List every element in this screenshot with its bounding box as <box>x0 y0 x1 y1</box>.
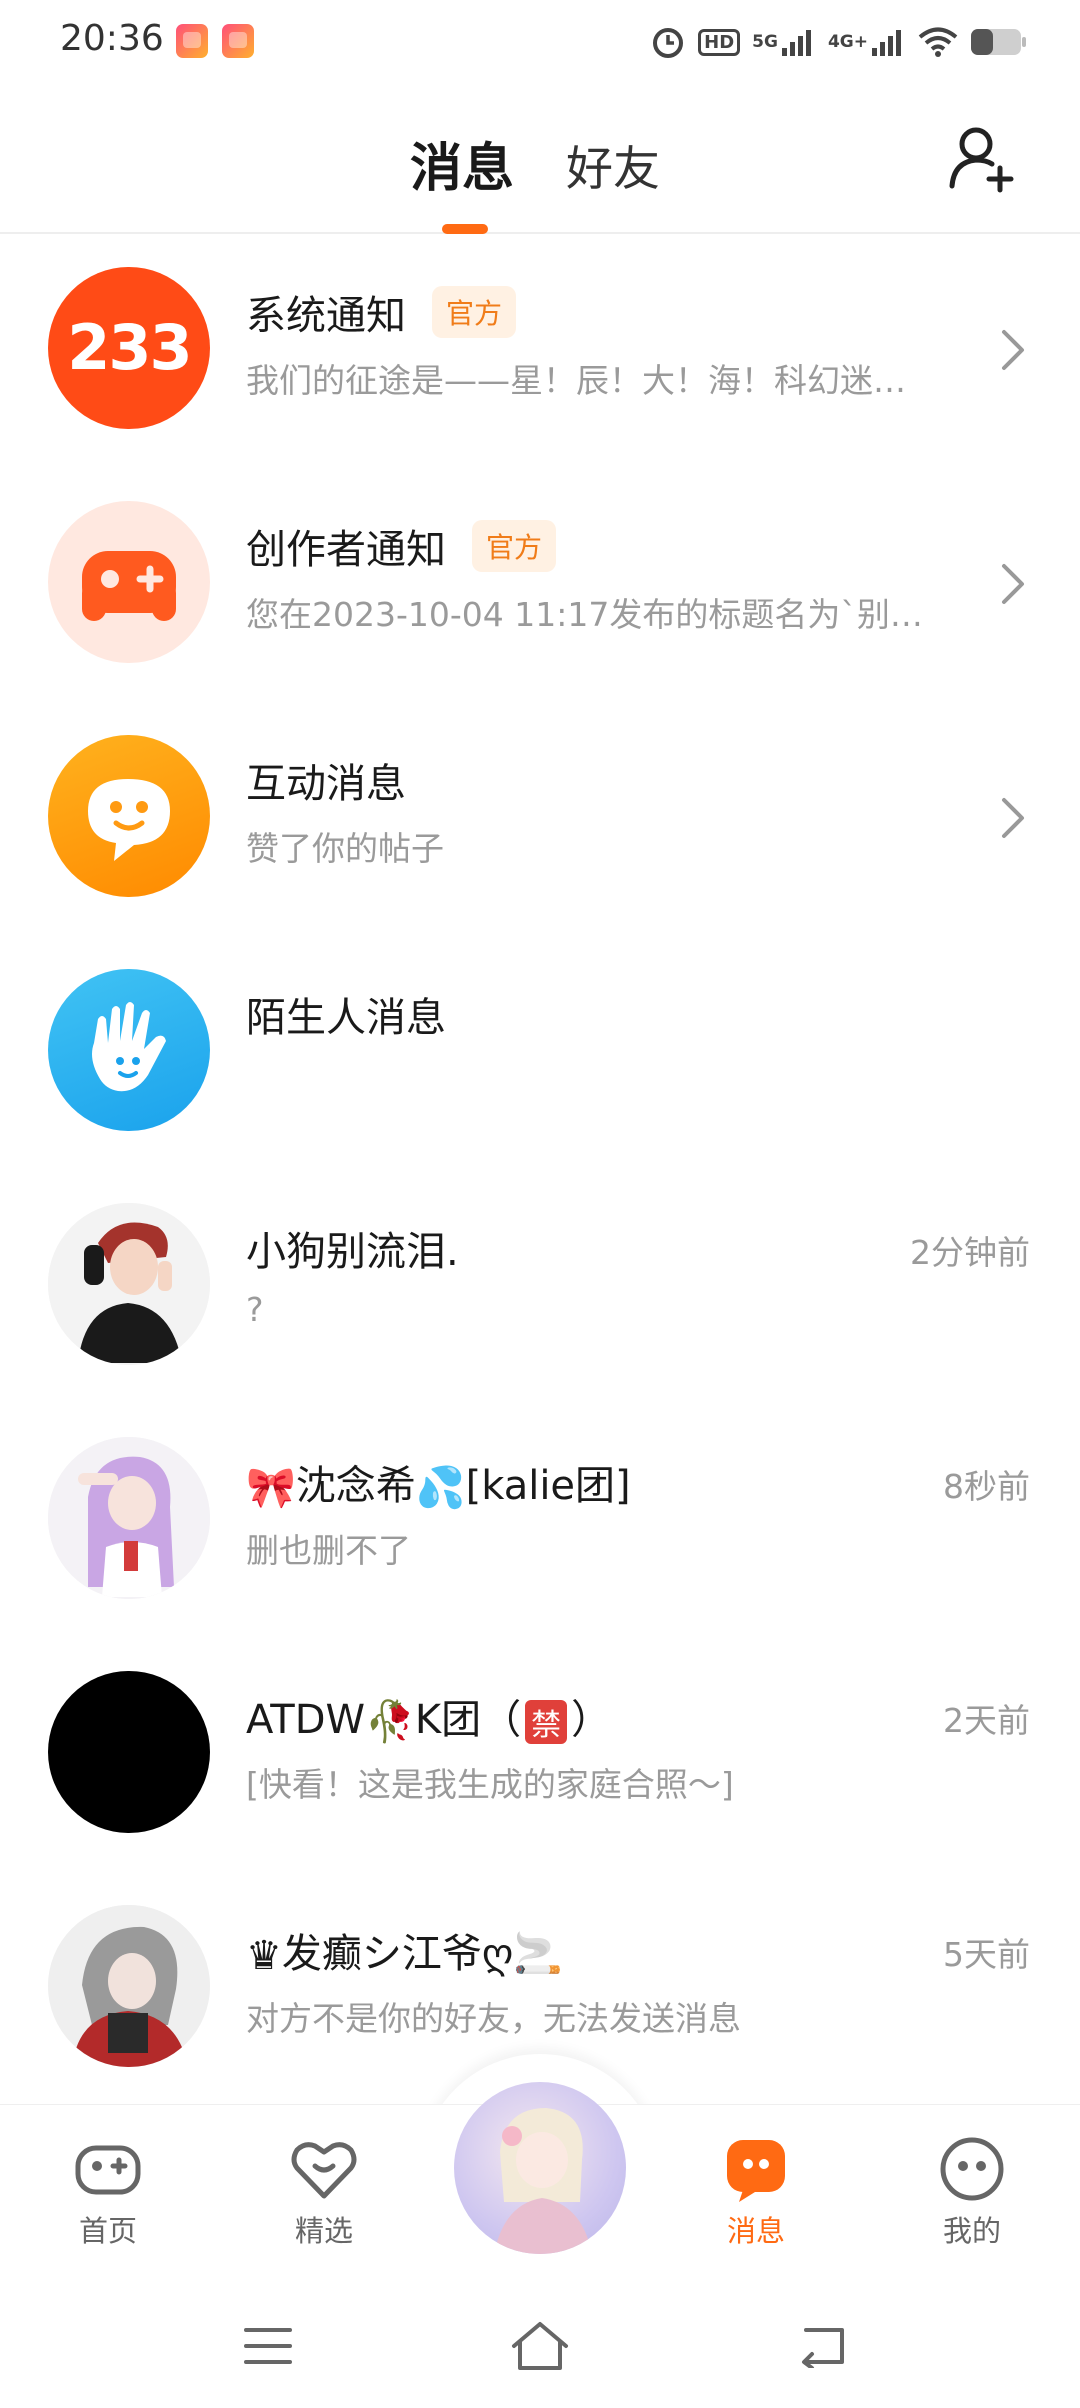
item-title: ♛发癫シ江爷ღ🚬 <box>246 1931 564 1979</box>
back-icon[interactable] <box>798 2324 848 2368</box>
item-subtitle: [快看！这是我生成的家庭合照～] <box>246 1765 734 1804</box>
user-avatar-image <box>48 1905 210 2067</box>
list-item-chat[interactable]: ATDW🥀K团（禁） 2天前 [快看！这是我生成的家庭合照～] <box>0 1638 1080 1872</box>
ribbon-emoji: 🎀 <box>246 1465 296 1512</box>
wifi-icon <box>918 27 958 57</box>
nav-home-label: 首页 <box>78 2214 137 2248</box>
gamepad-icon <box>75 2145 141 2195</box>
chevron-right-icon <box>1002 798 1024 838</box>
header: 消息 好友 <box>0 84 1080 234</box>
item-title: 互动消息 <box>246 761 406 807</box>
item-subtitle: ? <box>246 1290 264 1329</box>
nav-featured[interactable]: 精选 <box>244 2124 404 2254</box>
message-icon <box>727 2140 785 2202</box>
item-subtitle: 对方不是你的好友，无法发送消息 <box>246 1999 741 2038</box>
status-bar: 20:36 HD 5G 4G+ <box>0 0 1080 84</box>
nav-me[interactable]: 我的 <box>892 2124 1052 2254</box>
avatar: 233 <box>48 267 210 429</box>
avatar <box>48 1671 210 1833</box>
menu-icon[interactable] <box>244 2326 292 2366</box>
alarm-icon <box>653 28 684 58</box>
avatar <box>48 501 210 663</box>
tab-messages[interactable]: 消息 <box>410 126 514 201</box>
crown-icon: ♛ <box>246 1933 282 1979</box>
app-notification-icon <box>176 24 208 58</box>
sweat-droplets-emoji: 💦 <box>415 1465 466 1512</box>
tab-active-indicator <box>442 224 488 234</box>
status-icons: HD 5G 4G+ <box>650 20 1028 64</box>
list-item-creator-notice[interactable]: 创作者通知 官方 您在2023-10-04 11:17发布的标题名为`别… <box>0 468 1080 702</box>
avatar <box>48 1905 210 2067</box>
app-notification-icon <box>222 24 254 58</box>
item-subtitle: 删也删不了 <box>246 1531 411 1570</box>
official-badge: 官方 <box>432 286 517 338</box>
item-time: 2分钟前 <box>910 1233 1030 1272</box>
list-item-system-notice[interactable]: 233 系统通知 官方 我们的征途是——星！辰！大！海！科幻迷… <box>0 234 1080 468</box>
character-avatar-image <box>494 2108 592 2254</box>
avatar <box>48 1437 210 1599</box>
wilted-flower-emoji: 🥀 <box>365 1699 415 1746</box>
user-avatar-image <box>48 1203 210 1365</box>
home-icon[interactable] <box>510 2320 570 2372</box>
item-time: 5天前 <box>943 1935 1030 1974</box>
tab-friends[interactable]: 好友 <box>566 130 660 199</box>
item-title: 系统通知 <box>246 293 406 339</box>
nav-home[interactable]: 首页 <box>28 2124 188 2254</box>
avatar-center-button[interactable] <box>454 2082 626 2254</box>
signal-4g-icon: 4G+ <box>828 24 906 60</box>
nav-messages[interactable]: 消息 <box>676 2124 836 2254</box>
official-badge: 官方 <box>472 520 557 572</box>
chat-smile-icon <box>88 779 170 861</box>
item-subtitle: 赞了你的帖子 <box>246 829 444 868</box>
item-subtitle: 您在2023-10-04 11:17发布的标题名为`别… <box>246 595 923 634</box>
item-time: 2天前 <box>943 1701 1030 1740</box>
battery-icon <box>971 29 1026 55</box>
add-friend-icon[interactable] <box>946 124 1016 194</box>
list-item-strangers[interactable]: 陌生人消息 <box>0 936 1080 1170</box>
item-time: 8秒前 <box>943 1467 1030 1506</box>
status-time: 20:36 <box>60 18 164 59</box>
waving-hand-icon <box>92 1002 166 1092</box>
list-item-chat[interactable]: 小狗别流泪. 2分钟前 ? <box>0 1170 1080 1404</box>
item-title: 创作者通知 <box>246 527 446 573</box>
nav-messages-label: 消息 <box>726 2214 785 2248</box>
signal-5g-icon: 5G <box>752 24 816 60</box>
item-title: ATDW🥀K团（禁） <box>246 1696 612 1746</box>
face-icon <box>940 2137 1004 2201</box>
system-nav-bar <box>0 2284 1080 2408</box>
nav-me-label: 我的 <box>942 2214 1001 2248</box>
list-item-interaction[interactable]: 互动消息 赞了你的帖子 <box>0 702 1080 936</box>
list-item-chat[interactable]: 🎀沈念希💦[kalie团] 8秒前 删也删不了 <box>0 1404 1080 1638</box>
chevron-right-icon <box>1002 564 1024 604</box>
avatar <box>48 735 210 897</box>
heart-badge-icon <box>291 2142 357 2199</box>
item-title: 小狗别流泪. <box>246 1229 459 1275</box>
gamepad-icon <box>82 551 176 621</box>
prohibited-badge-icon: 禁 <box>525 1699 568 1744</box>
item-title: 陌生人消息 <box>246 995 446 1041</box>
user-avatar-image <box>48 1437 210 1599</box>
item-subtitle: 我们的征途是——星！辰！大！海！科幻迷… <box>246 361 906 400</box>
nav-featured-label: 精选 <box>294 2214 353 2248</box>
avatar <box>48 1203 210 1365</box>
hd-icon: HD <box>698 24 741 60</box>
heart-cigarette-emoji: ღ🚬 <box>481 1931 564 1977</box>
chevron-right-icon <box>1002 330 1024 370</box>
avatar <box>48 969 210 1131</box>
233-logo-icon: 233 <box>67 311 192 384</box>
item-title: 🎀沈念希💦[kalie团] <box>246 1462 631 1512</box>
